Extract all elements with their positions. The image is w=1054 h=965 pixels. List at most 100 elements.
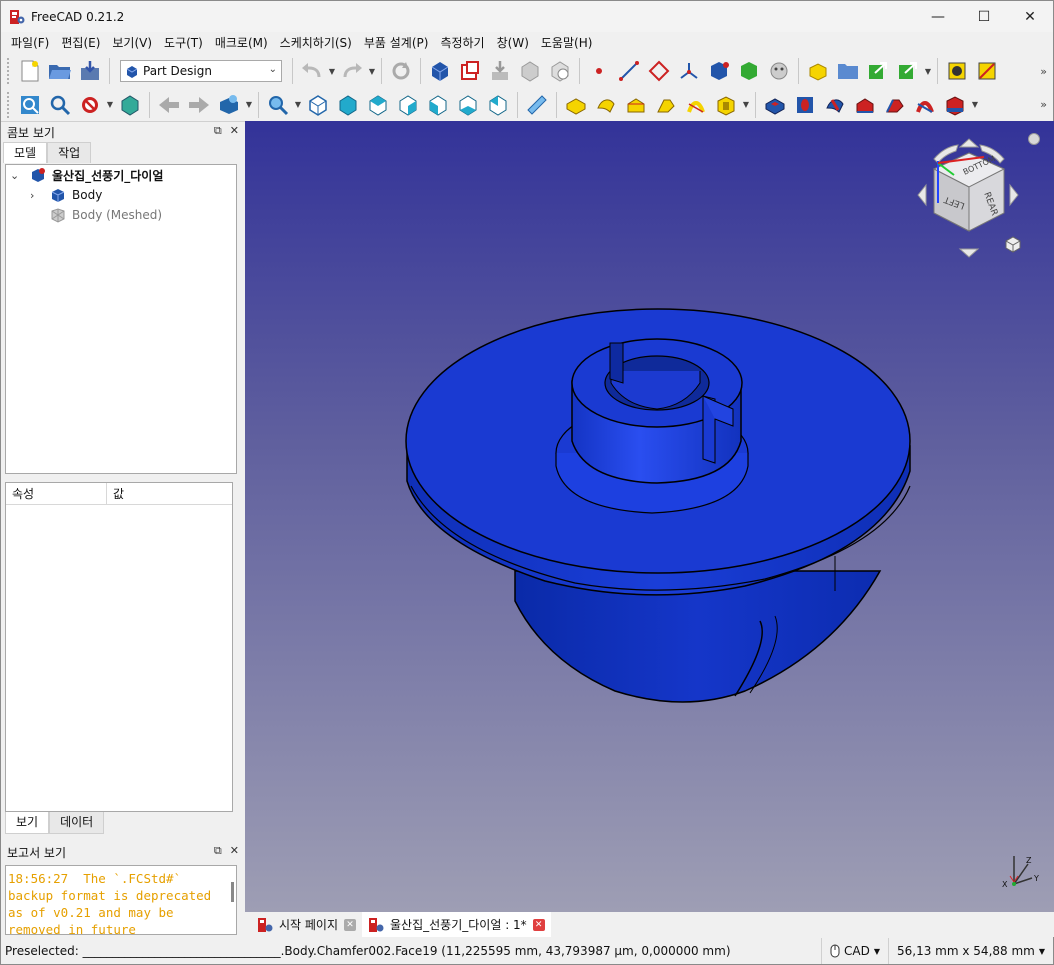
link-icon[interactable] bbox=[863, 56, 893, 86]
datum-point-icon[interactable] bbox=[584, 56, 614, 86]
redo-dropdown-icon[interactable]: ▼ bbox=[367, 67, 377, 76]
tree-item-body[interactable]: › Body bbox=[30, 185, 102, 205]
expand-chevron-icon[interactable]: › bbox=[30, 189, 44, 202]
additive-primitive-icon[interactable] bbox=[711, 90, 741, 120]
tab-view[interactable]: 보기 bbox=[5, 812, 50, 834]
tree-item-body-meshed[interactable]: Body (Meshed) bbox=[50, 205, 162, 225]
tab-data[interactable]: 데이터 bbox=[49, 812, 105, 834]
menu-measure[interactable]: 측정하기 bbox=[434, 32, 490, 54]
sync-view-icon[interactable] bbox=[214, 90, 244, 120]
nav-cube-menu-icon[interactable] bbox=[1004, 235, 1022, 253]
new-document-icon[interactable] bbox=[15, 56, 45, 86]
std-views-dropdown-icon[interactable]: ▼ bbox=[293, 100, 303, 109]
bounding-box-icon[interactable] bbox=[115, 90, 145, 120]
groove-icon[interactable] bbox=[820, 90, 850, 120]
view-right-icon[interactable] bbox=[393, 90, 423, 120]
close-panel-icon[interactable]: ✕ bbox=[230, 844, 239, 858]
hole-icon[interactable] bbox=[790, 90, 820, 120]
tab-tasks[interactable]: 작업 bbox=[47, 142, 92, 163]
menu-help[interactable]: 도움말(H) bbox=[535, 32, 599, 54]
create-body-icon[interactable] bbox=[425, 56, 455, 86]
nav-back-icon[interactable] bbox=[154, 90, 184, 120]
menu-window[interactable]: 창(W) bbox=[491, 32, 535, 54]
open-folder-icon[interactable] bbox=[45, 56, 75, 86]
toolbar-overflow-button[interactable]: » bbox=[1040, 65, 1047, 78]
additive-pipe-icon[interactable] bbox=[651, 90, 681, 120]
float-panel-icon[interactable]: ⧉ bbox=[214, 124, 222, 138]
view-dimensions[interactable]: 56,13 mm x 54,88 mm ▼ bbox=[888, 938, 1053, 964]
subtractive-helix-icon[interactable] bbox=[910, 90, 940, 120]
datum-plane-icon[interactable] bbox=[644, 56, 674, 86]
draw-style-dropdown-icon[interactable]: ▼ bbox=[105, 100, 115, 109]
undo-dropdown-icon[interactable]: ▼ bbox=[327, 67, 337, 76]
sync-view-dropdown-icon[interactable]: ▼ bbox=[244, 100, 254, 109]
measure-distance-icon[interactable] bbox=[942, 56, 972, 86]
toolbar-grip[interactable] bbox=[7, 91, 11, 118]
save-icon[interactable] bbox=[75, 56, 105, 86]
tree-item-document[interactable]: ⌄ 울산집_선풍기_다이얼 bbox=[10, 165, 163, 185]
view-top-icon[interactable] bbox=[363, 90, 393, 120]
close-tab-icon[interactable]: ✕ bbox=[344, 918, 357, 931]
tab-start-page[interactable]: 시작 페이지 ✕ bbox=[251, 912, 362, 937]
redo-icon[interactable] bbox=[337, 56, 367, 86]
menu-edit[interactable]: 편집(E) bbox=[55, 32, 106, 54]
menu-view[interactable]: 보기(V) bbox=[106, 32, 158, 54]
menu-macro[interactable]: 매크로(M) bbox=[209, 32, 274, 54]
nav-forward-icon[interactable] bbox=[184, 90, 214, 120]
view-bottom-icon[interactable] bbox=[453, 90, 483, 120]
view-rear-icon[interactable] bbox=[423, 90, 453, 120]
tab-model[interactable]: 모델 bbox=[3, 142, 48, 163]
close-button[interactable]: ✕ bbox=[1007, 1, 1053, 32]
assembly-icon[interactable] bbox=[803, 56, 833, 86]
additive-loft-icon[interactable] bbox=[621, 90, 651, 120]
view-isometric-icon[interactable] bbox=[303, 90, 333, 120]
menu-part-design[interactable]: 부품 설계(P) bbox=[358, 32, 435, 54]
fit-selection-icon[interactable] bbox=[45, 90, 75, 120]
view-front-icon[interactable] bbox=[333, 90, 363, 120]
measure-ruler-icon[interactable] bbox=[522, 90, 552, 120]
subtractive-pipe-icon[interactable] bbox=[880, 90, 910, 120]
additive-primitive-dropdown-icon[interactable]: ▼ bbox=[741, 100, 751, 109]
minimize-button[interactable]: — bbox=[915, 1, 961, 32]
navigation-style-selector[interactable]: CAD ▼ bbox=[821, 938, 888, 964]
refresh-icon[interactable] bbox=[386, 56, 416, 86]
toolbar-overflow-button[interactable]: » bbox=[1040, 98, 1047, 111]
subtractive-primitive-icon[interactable] bbox=[940, 90, 970, 120]
toolbar-grip[interactable] bbox=[7, 58, 11, 84]
create-part-icon[interactable] bbox=[455, 56, 485, 86]
menu-file[interactable]: 파일(F) bbox=[5, 32, 55, 54]
link-dropdown-icon[interactable]: ▼ bbox=[923, 67, 933, 76]
subshape-binder-icon[interactable] bbox=[734, 56, 764, 86]
pad-icon[interactable] bbox=[561, 90, 591, 120]
value-column-header[interactable]: 값 bbox=[107, 483, 124, 504]
view-left-icon[interactable] bbox=[483, 90, 513, 120]
report-scrollbar[interactable] bbox=[231, 882, 234, 902]
tab-document[interactable]: 울산집_선풍기_다이얼 : 1* ✕ bbox=[362, 912, 551, 937]
validate-icon[interactable] bbox=[545, 56, 575, 86]
local-cs-icon[interactable] bbox=[674, 56, 704, 86]
collapse-chevron-icon[interactable]: ⌄ bbox=[10, 169, 24, 182]
close-panel-icon[interactable]: ✕ bbox=[230, 124, 239, 138]
fit-all-icon[interactable] bbox=[15, 90, 45, 120]
nav-cube-close-icon[interactable] bbox=[1028, 133, 1040, 145]
revolution-icon[interactable] bbox=[591, 90, 621, 120]
datum-line-icon[interactable] bbox=[614, 56, 644, 86]
close-tab-icon[interactable]: ✕ bbox=[532, 918, 545, 931]
shape-binder-blue-icon[interactable] bbox=[704, 56, 734, 86]
maximize-button[interactable]: ☐ bbox=[961, 1, 1007, 32]
report-view[interactable]: 18:56:27 The `.FCStd#` backup format is … bbox=[5, 865, 237, 935]
float-panel-icon[interactable]: ⧉ bbox=[214, 844, 222, 858]
group-folder-icon[interactable] bbox=[833, 56, 863, 86]
subtractive-loft-icon[interactable] bbox=[850, 90, 880, 120]
measure-clear-icon[interactable] bbox=[972, 56, 1002, 86]
std-views-icon[interactable] bbox=[263, 90, 293, 120]
undo-icon[interactable] bbox=[297, 56, 327, 86]
navigation-cube[interactable]: BOTTOM LEFT REAR bbox=[914, 131, 1040, 261]
import-icon[interactable] bbox=[485, 56, 515, 86]
property-column-header[interactable]: 속성 bbox=[6, 483, 107, 504]
menu-sketch[interactable]: 스케치하기(S) bbox=[274, 32, 358, 54]
workbench-selector[interactable]: Part Design ⌄ bbox=[120, 60, 282, 82]
3d-viewport[interactable]: BOTTOM LEFT REAR X Y Z bbox=[245, 121, 1054, 912]
menu-tools[interactable]: 도구(T) bbox=[158, 32, 209, 54]
additive-helix-icon[interactable] bbox=[681, 90, 711, 120]
